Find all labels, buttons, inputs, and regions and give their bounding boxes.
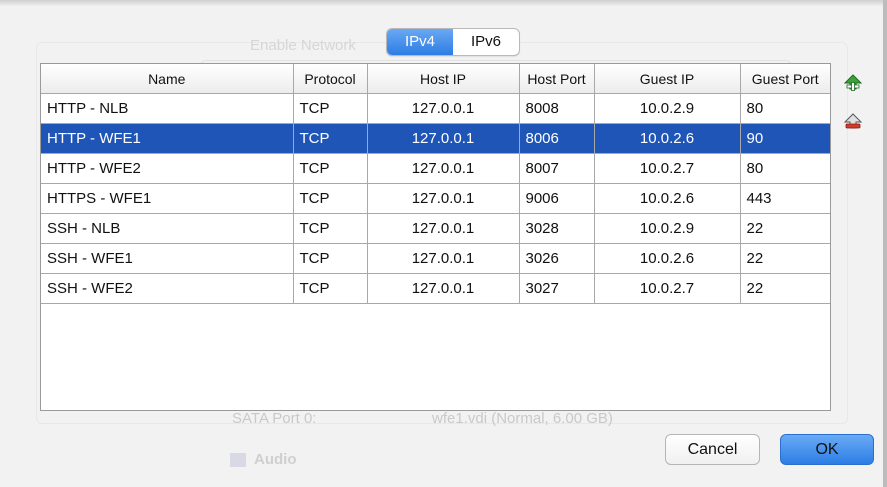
table-row[interactable]: SSH - WFE2 TCP 127.0.0.1 3027 10.0.2.7 2… <box>41 273 830 304</box>
cell-host-ip[interactable]: 127.0.0.1 <box>367 93 520 124</box>
remove-rule-button[interactable] <box>841 111 865 135</box>
table-row[interactable]: SSH - NLB TCP 127.0.0.1 3028 10.0.2.9 22 <box>41 213 830 244</box>
cancel-button[interactable]: Cancel <box>665 434 760 465</box>
table-header: Name Protocol Host IP Host Port Guest IP… <box>41 64 830 94</box>
cell-guest-ip[interactable]: 10.0.2.6 <box>594 123 741 154</box>
table-row[interactable]: HTTP - WFE2 TCP 127.0.0.1 8007 10.0.2.7 … <box>41 153 830 184</box>
cell-guest-port[interactable]: 90 <box>740 123 830 154</box>
cell-protocol[interactable]: TCP <box>293 273 368 304</box>
add-rule-icon <box>843 74 863 91</box>
cell-guest-ip[interactable]: 10.0.2.9 <box>594 93 741 124</box>
ok-button[interactable]: OK <box>780 434 874 465</box>
tab-ipv6[interactable]: IPv6 <box>453 29 519 55</box>
cell-host-ip[interactable]: 127.0.0.1 <box>367 243 520 274</box>
cell-host-port[interactable]: 3028 <box>519 213 595 244</box>
cell-host-ip[interactable]: 127.0.0.1 <box>367 273 520 304</box>
cell-host-ip[interactable]: 127.0.0.1 <box>367 213 520 244</box>
add-rule-button[interactable] <box>841 72 865 96</box>
cell-host-ip[interactable]: 127.0.0.1 <box>367 123 520 154</box>
ghost-text: Enable Network <box>250 37 356 54</box>
cell-host-ip[interactable]: 127.0.0.1 <box>367 183 520 214</box>
column-header-host-port[interactable]: Host Port <box>519 64 595 94</box>
cell-host-port[interactable]: 3026 <box>519 243 595 274</box>
cell-protocol[interactable]: TCP <box>293 153 368 184</box>
ip-version-tabs: IPv4 IPv6 <box>386 28 520 56</box>
remove-rule-icon <box>843 113 863 129</box>
cell-guest-port[interactable]: 22 <box>740 213 830 244</box>
column-header-host-ip[interactable]: Host IP <box>367 64 520 94</box>
dialog-top-edge <box>0 0 887 6</box>
port-forwarding-table: Name Protocol Host IP Host Port Guest IP… <box>40 63 831 411</box>
cell-name[interactable]: HTTP - WFE2 <box>41 153 294 184</box>
ghost-audio-label: Audio <box>230 451 297 468</box>
cell-guest-ip[interactable]: 10.0.2.6 <box>594 243 741 274</box>
cell-host-port[interactable]: 8007 <box>519 153 595 184</box>
cell-guest-port[interactable]: 22 <box>740 273 830 304</box>
cell-guest-port[interactable]: 80 <box>740 93 830 124</box>
cell-protocol[interactable]: TCP <box>293 243 368 274</box>
cell-name[interactable]: HTTPS - WFE1 <box>41 183 294 214</box>
tab-ipv4[interactable]: IPv4 <box>387 29 453 55</box>
column-header-guest-port[interactable]: Guest Port <box>740 64 830 94</box>
cell-host-port[interactable]: 8008 <box>519 93 595 124</box>
cell-name[interactable]: HTTP - WFE1 <box>41 123 294 154</box>
cell-guest-ip[interactable]: 10.0.2.6 <box>594 183 741 214</box>
cell-protocol[interactable]: TCP <box>293 183 368 214</box>
cell-name[interactable]: SSH - WFE2 <box>41 273 294 304</box>
cell-host-port[interactable]: 9006 <box>519 183 595 214</box>
cell-guest-port[interactable]: 22 <box>740 243 830 274</box>
cell-guest-ip[interactable]: 10.0.2.7 <box>594 273 741 304</box>
cell-host-port[interactable]: 3027 <box>519 273 595 304</box>
ghost-text: wfe1.vdi (Normal, 6.00 GB) <box>432 410 613 427</box>
cell-protocol[interactable]: TCP <box>293 123 368 154</box>
table-row-selected[interactable]: HTTP - WFE1 TCP 127.0.0.1 8006 10.0.2.6 … <box>41 123 830 154</box>
table-row[interactable]: HTTPS - WFE1 TCP 127.0.0.1 9006 10.0.2.6… <box>41 183 830 214</box>
ghost-text: SATA Port 0: <box>232 410 317 427</box>
cell-name[interactable]: SSH - WFE1 <box>41 243 294 274</box>
column-header-protocol[interactable]: Protocol <box>293 64 368 94</box>
table-row[interactable]: HTTP - NLB TCP 127.0.0.1 8008 10.0.2.9 8… <box>41 93 830 124</box>
cell-name[interactable]: SSH - NLB <box>41 213 294 244</box>
cell-guest-port[interactable]: 443 <box>740 183 830 214</box>
table-row[interactable]: SSH - WFE1 TCP 127.0.0.1 3026 10.0.2.6 2… <box>41 243 830 274</box>
speaker-icon <box>230 453 246 468</box>
cell-guest-port[interactable]: 80 <box>740 153 830 184</box>
cell-host-port[interactable]: 8006 <box>519 123 595 154</box>
cell-guest-ip[interactable]: 10.0.2.7 <box>594 153 741 184</box>
column-header-name[interactable]: Name <box>41 64 294 94</box>
cell-guest-ip[interactable]: 10.0.2.9 <box>594 213 741 244</box>
cell-host-ip[interactable]: 127.0.0.1 <box>367 153 520 184</box>
cell-protocol[interactable]: TCP <box>293 213 368 244</box>
column-header-guest-ip[interactable]: Guest IP <box>594 64 741 94</box>
cell-protocol[interactable]: TCP <box>293 93 368 124</box>
window-edge <box>883 0 887 487</box>
cell-name[interactable]: HTTP - NLB <box>41 93 294 124</box>
